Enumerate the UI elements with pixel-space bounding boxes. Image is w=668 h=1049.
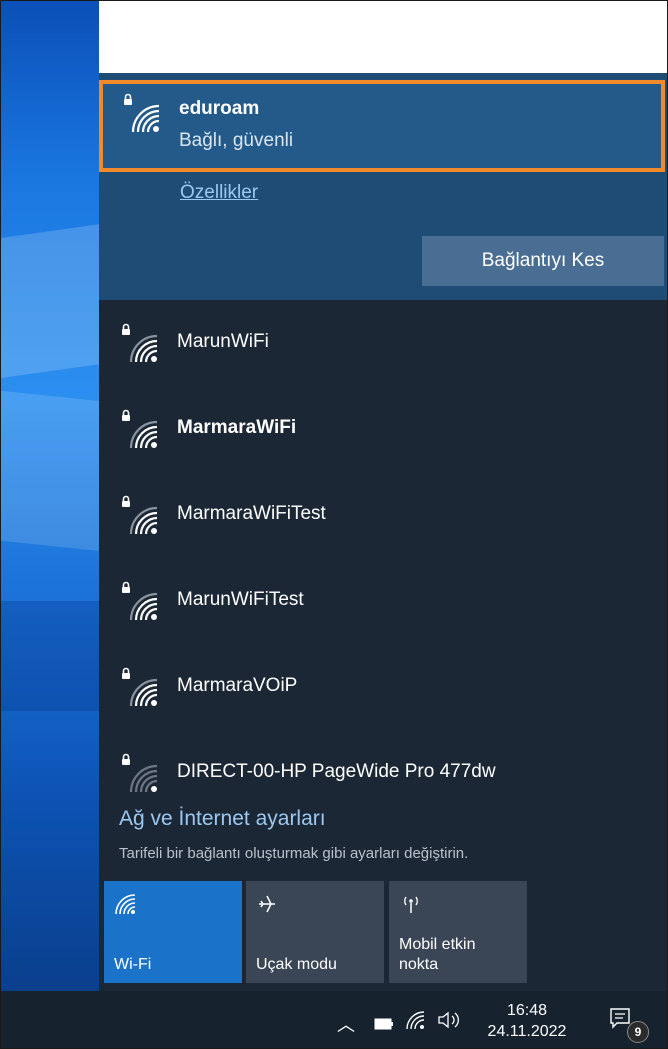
network-name: DIRECT-00-HP PageWide Pro 477dw xyxy=(177,761,496,782)
wifi-toggle-tile[interactable]: Wi-Fi xyxy=(104,881,242,983)
secured-wifi-weak-icon xyxy=(119,752,159,793)
system-clock[interactable]: 16:48 24.11.2022 xyxy=(487,1001,567,1043)
clock-time: 16:48 xyxy=(506,1002,548,1019)
connected-network-name: eduroam xyxy=(179,98,260,119)
network-name: MarmaraWiFiTest xyxy=(177,503,326,524)
network-item[interactable]: MarmaraWiFiTest xyxy=(99,472,667,558)
network-item[interactable]: MarmaraWiFi xyxy=(99,386,667,472)
connected-network-status: Bağlı, güvenli xyxy=(179,130,294,151)
airplane-icon xyxy=(256,893,278,920)
connected-network-panel: eduroam Bağlı, güvenli Özellikler Bağlan… xyxy=(99,73,667,300)
secured-wifi-icon xyxy=(119,666,159,707)
tile-label: Wi-Fi xyxy=(114,956,152,973)
connected-network-item[interactable]: eduroam Bağlı, güvenli xyxy=(99,80,665,172)
airplane-mode-tile[interactable]: Uçak modu xyxy=(246,881,384,983)
taskbar: ︿ 16:48 24.11.2022 9 xyxy=(1,991,667,1048)
network-item[interactable]: DIRECT-00-HP PageWide Pro 477dw xyxy=(99,730,667,816)
notification-count-badge: 9 xyxy=(627,1021,649,1043)
chevron-up-icon[interactable]: ︿ xyxy=(337,1011,355,1037)
disconnect-button[interactable]: Bağlantıyı Kes xyxy=(422,236,664,286)
network-settings-link[interactable]: Ağ ve İnternet ayarları xyxy=(119,807,326,831)
network-item[interactable]: MarmaraVOiP xyxy=(99,644,667,730)
secured-wifi-icon xyxy=(119,580,159,621)
network-name: MarunWiFi xyxy=(177,331,269,352)
network-name: MarunWiFiTest xyxy=(177,589,304,610)
network-item[interactable]: MarunWiFi xyxy=(99,300,667,386)
desktop-wallpaper xyxy=(1,1,99,991)
clock-date: 24.11.2022 xyxy=(487,1023,567,1040)
wifi-icon xyxy=(114,893,136,920)
network-list: MarunWiFi MarmaraWiFi MarmaraWiFiTest Ma… xyxy=(99,300,667,816)
tile-label: Mobil etkin nokta xyxy=(399,936,476,973)
secured-wifi-icon xyxy=(121,92,161,133)
secured-wifi-icon xyxy=(119,494,159,535)
screenshot-frame: eduroam Bağlı, güvenli Özellikler Bağlan… xyxy=(0,0,668,1049)
network-flyout: eduroam Bağlı, güvenli Özellikler Bağlan… xyxy=(99,73,667,991)
network-name: MarmaraVOiP xyxy=(177,675,298,696)
wifi-icon[interactable] xyxy=(405,1010,425,1035)
properties-link[interactable]: Özellikler xyxy=(180,182,258,204)
secured-wifi-icon xyxy=(119,322,159,363)
secured-wifi-icon xyxy=(119,408,159,449)
hotspot-icon xyxy=(399,893,423,920)
mobile-hotspot-tile[interactable]: Mobil etkin nokta xyxy=(389,881,527,983)
tile-label: Uçak modu xyxy=(256,956,337,973)
network-item[interactable]: MarunWiFiTest xyxy=(99,558,667,644)
network-settings-description: Tarifeli bir bağlantı oluşturmak gibi ay… xyxy=(119,845,469,862)
battery-icon[interactable] xyxy=(374,1017,394,1035)
volume-icon[interactable] xyxy=(437,1010,463,1035)
network-name: MarmaraWiFi xyxy=(177,417,297,438)
